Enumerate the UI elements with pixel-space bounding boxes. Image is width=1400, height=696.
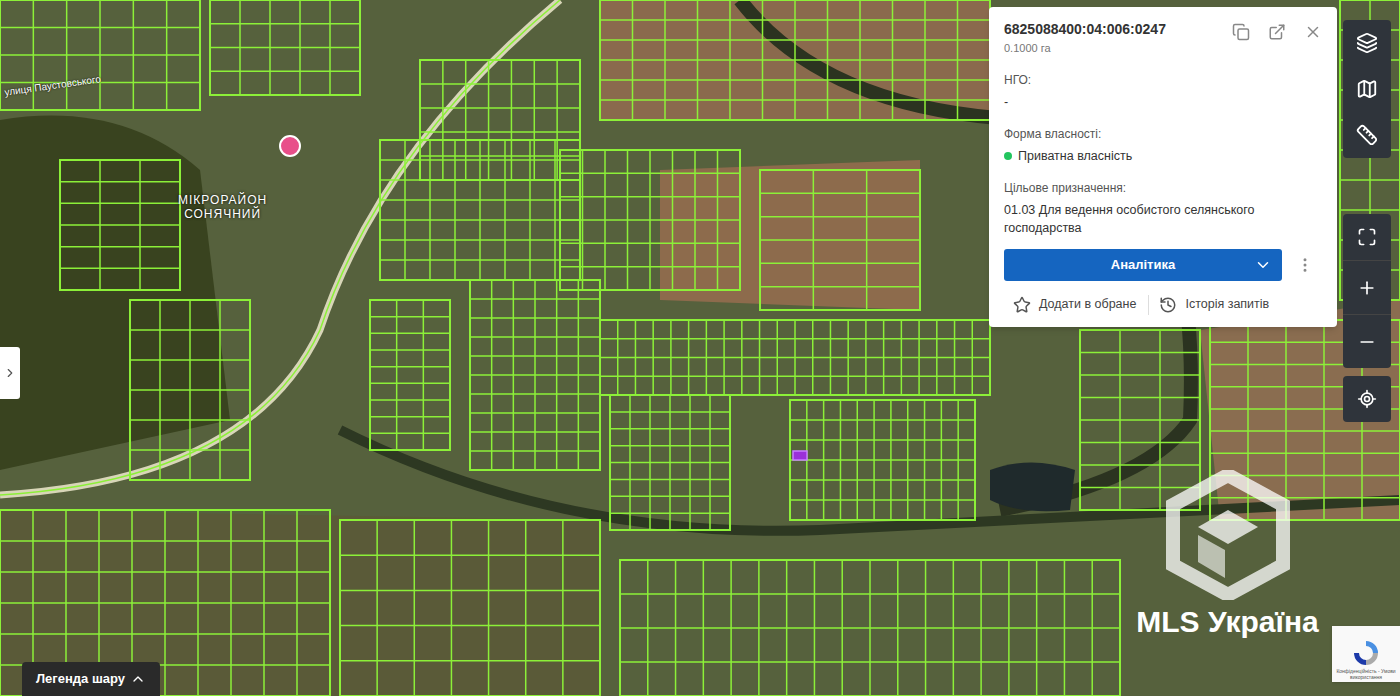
watermark: MLS Україна (1120, 470, 1335, 640)
parcel-field: Цільове призначення:01.03 Для ведення ос… (1004, 179, 1322, 237)
parcel-field: НГО:- (1004, 71, 1322, 111)
locate-button[interactable] (1343, 376, 1391, 422)
chevron-up-icon (130, 671, 146, 687)
mls-logo-icon (1163, 470, 1293, 600)
ruler-icon (1356, 124, 1378, 146)
fullscreen-icon (1357, 227, 1377, 247)
zoom-out-button[interactable] (1343, 314, 1391, 368)
layers-button[interactable] (1343, 20, 1391, 66)
status-dot (1004, 152, 1012, 160)
fullscreen-button[interactable] (1343, 214, 1391, 260)
request-history-button[interactable]: Історія запитів (1149, 295, 1269, 314)
recaptcha-badge[interactable]: Конфіденційність - Умови використання (1332, 626, 1400, 682)
close-icon[interactable] (1304, 23, 1322, 41)
locate-icon (1357, 389, 1377, 409)
map-page: улиця ПаустовськогоМІКРОРАЙОНСОНЯЧНИЙ682… (0, 0, 1400, 696)
more-icon[interactable] (1296, 256, 1314, 274)
legend-toggle[interactable]: Легенда шару (22, 662, 160, 696)
chevron-down-icon (1254, 256, 1272, 274)
cadastre-icon (1356, 78, 1378, 100)
analytics-button[interactable]: Аналітика (1004, 249, 1282, 281)
history-icon (1159, 296, 1177, 314)
map-toolbar (1343, 20, 1391, 422)
open-external-icon[interactable] (1268, 23, 1286, 41)
district-label: МІКРОРАЙОНСОНЯЧНИЙ (178, 193, 267, 221)
cadastre-button[interactable] (1343, 66, 1391, 112)
parcel-field: Форма власності:Приватна власність (1004, 125, 1322, 165)
zoom-in-button[interactable] (1343, 260, 1391, 314)
parcel-popup: 6825088400:04:006:02470.1000 га НГО:- Форм… (989, 7, 1337, 327)
layers-icon (1356, 32, 1378, 54)
star-icon (1013, 296, 1031, 314)
cadastral-number: 6825088400:04:006:0247 (1004, 19, 1166, 40)
plus-icon (1357, 278, 1377, 298)
side-panel-toggle[interactable] (0, 347, 20, 399)
add-favorite-button[interactable]: Додати в обране (1004, 295, 1148, 314)
ruler-button[interactable] (1343, 112, 1391, 158)
recaptcha-icon (1351, 638, 1381, 668)
parcel-area: 0.1000 га (1004, 40, 1166, 57)
minus-icon (1357, 332, 1377, 352)
chevron-right-icon (3, 366, 17, 380)
copy-icon[interactable] (1232, 23, 1250, 41)
